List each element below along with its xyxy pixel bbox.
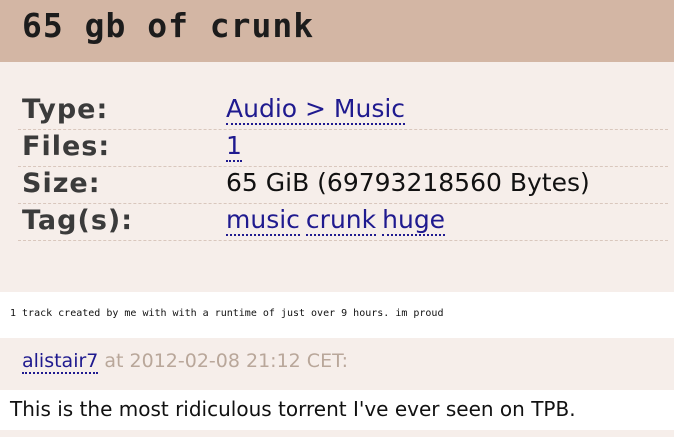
title-bar: 65 gb of crunk: [0, 0, 674, 62]
torrent-title: 65 gb of crunk: [22, 6, 315, 45]
description-box: 1 track created by me with with a runtim…: [0, 292, 674, 338]
type-value: Audio > Music: [226, 94, 406, 125]
detail-row-tags: Tag(s): music crunk huge: [18, 203, 668, 241]
size-value: 65 GiB (69793218560 Bytes): [226, 168, 590, 197]
comment-header: alistair7 at 2012-02-08 21:12 CET:: [22, 350, 348, 374]
type-label: Type:: [22, 94, 109, 125]
tag-link-music[interactable]: music: [226, 205, 300, 236]
description-text: 1 track created by me with with a runtim…: [10, 308, 444, 319]
comment-body: This is the most ridiculous torrent I've…: [0, 390, 674, 430]
type-link[interactable]: Audio > Music: [226, 94, 406, 125]
detail-row-size: Size: 65 GiB (69793218560 Bytes): [18, 166, 668, 204]
tag-link-crunk[interactable]: crunk: [305, 205, 377, 236]
tags-label: Tag(s):: [22, 205, 134, 236]
comment-meta: at 2012-02-08 21:12 CET:: [98, 350, 348, 372]
tags-value: music crunk huge: [226, 205, 446, 236]
files-label: Files:: [22, 131, 111, 162]
detail-row-files: Files: 1: [18, 129, 668, 167]
detail-row-type: Type: Audio > Music: [18, 92, 668, 130]
comment-text: This is the most ridiculous torrent I've…: [10, 397, 576, 421]
tag-link-huge[interactable]: huge: [382, 205, 446, 236]
size-label: Size:: [22, 168, 101, 199]
files-link[interactable]: 1: [226, 131, 242, 162]
comment-author-link[interactable]: alistair7: [22, 350, 99, 374]
files-value: 1: [226, 131, 242, 162]
